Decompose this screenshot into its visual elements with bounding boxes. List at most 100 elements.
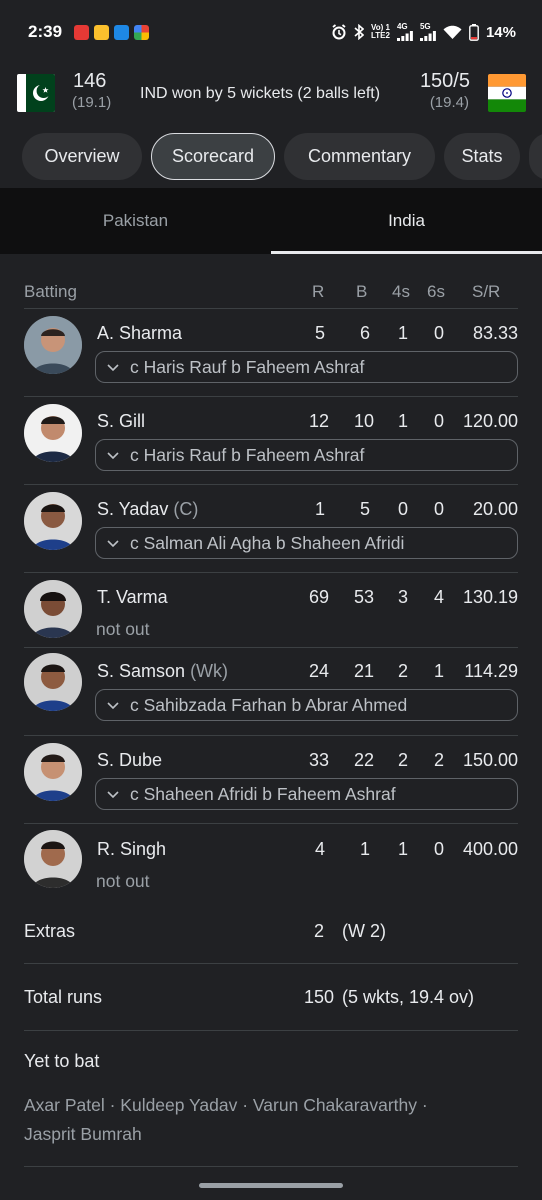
wifi-icon [443,25,462,40]
player-name-text: S. Samson [97,661,186,681]
tab-scorecard[interactable]: Scorecard [151,133,275,180]
strike-rate: 83.33 [472,323,518,343]
fours: 2 [397,661,408,681]
balls: 6 [359,323,370,343]
header-balls: B [356,282,368,301]
player-name-text: S. Dube [97,750,163,770]
batter-row[interactable]: S. Gill 12 10 1 0 120.00 c Haris Rauf b … [0,396,542,484]
photos-app-icon [134,24,150,40]
not-out-label: not out [96,619,150,639]
header-sixes: 6s [427,282,445,301]
sixes: 0 [433,499,444,519]
balls: 1 [359,839,370,859]
bluetooth-icon [354,24,364,40]
tab-more[interactable] [529,133,542,180]
volte-bottom-text: LTE2 [371,31,390,40]
team-tab-pakistan[interactable]: Pakistan [0,188,271,254]
status-time: 2:39 [28,22,63,41]
dismissal-chip[interactable]: c Haris Rauf b Faheem Ashraf [95,439,518,471]
extras-value: 2 [313,921,324,941]
team2-overs: (19.4) [429,94,469,111]
divider [24,1030,518,1031]
header-runs: R [312,282,325,301]
divider [24,963,518,964]
player-name-text: S. Gill [97,411,146,431]
tab-stats[interactable]: Stats [444,133,520,180]
fours: 0 [397,499,408,519]
fours: 1 [397,839,408,859]
fours: 1 [397,411,408,431]
dismissal-chip[interactable]: c Salman Ali Agha b Shaheen Afridi [95,527,518,559]
player-role: (Wk) [190,661,229,681]
battery-icon [469,23,479,41]
match-tabs: Overview Scorecard Commentary Stats [0,133,542,183]
dismissal-text: c Haris Rauf b Faheem Ashraf [130,444,365,465]
header-fours: 4s [392,282,410,301]
sixes: 0 [433,411,444,431]
fours: 2 [397,750,408,770]
status-bar: 2:39 Vo) 1 LTE2 4G 5G 14% [0,0,542,64]
dismissal-text: c Salman Ali Agha b Shaheen Afridi [130,532,405,553]
player-name: S. Samson (Wk) [97,661,228,682]
player-name: R. Singh [97,839,166,860]
tab-overview[interactable]: Overview [22,133,142,180]
vi-app-icon [74,24,90,40]
battery-percent: 14% [485,23,516,41]
tab-commentary[interactable]: Commentary [284,133,435,180]
strike-rate: 400.00 [462,839,518,859]
strike-rate: 130.19 [462,587,518,607]
team-tab-india[interactable]: India [271,188,542,254]
total-label: Total runs [24,987,103,1007]
match-score-header[interactable]: 146 (19.1) IND won by 5 wickets (2 balls… [0,64,542,130]
chevron-down-icon [106,360,120,374]
chevron-down-icon [106,536,120,550]
player-name: S. Gill [97,411,145,432]
not-out-label: not out [96,871,150,891]
dismissal-chip[interactable]: c Shaheen Afridi b Faheem Ashraf [95,778,518,810]
balls: 10 [353,411,374,431]
dismissal-text: c Sahibzada Farhan b Abrar Ahmed [130,694,408,715]
runs: 69 [308,587,329,607]
total-detail: (5 wkts, 19.4 ov) [342,987,475,1007]
runs: 1 [314,499,325,519]
player-name: A. Sharma [97,323,182,344]
pakistan-flag-icon [17,74,55,112]
balls: 21 [353,661,374,681]
player-name-text: A. Sharma [97,323,183,343]
player-avatar [24,580,82,638]
team-tabs: Pakistan India [0,188,542,254]
strike-rate: 150.00 [462,750,518,770]
batter-row[interactable]: T. Varma 69 53 3 4 130.19 not out [0,572,542,647]
player-name: S. Yadav (C) [97,499,198,520]
signal-5g-label: 5G [419,22,431,31]
balls: 53 [353,587,374,607]
player-avatar [24,492,82,550]
player-name: S. Dube [97,750,162,771]
batter-row[interactable]: S. Samson (Wk) 24 21 2 1 114.29 c Sahibz… [0,647,542,735]
sixes: 4 [433,587,444,607]
signal-4g-icon: 4G [396,23,413,41]
dismissal-text: c Haris Rauf b Faheem Ashraf [130,356,365,377]
batting-table-header: Batting R B 4s 6s S/R [0,276,542,308]
batter-row[interactable]: A. Sharma 5 6 1 0 83.33 c Haris Rauf b F… [0,308,542,396]
system-icons: Vo) 1 LTE2 4G 5G 14% [331,23,516,41]
fours: 3 [397,587,408,607]
balls: 22 [353,750,374,770]
balls: 5 [359,499,370,519]
batter-row[interactable]: S. Dube 33 22 2 2 150.00 c Shaheen Afrid… [0,735,542,823]
player-avatar [24,404,82,462]
dismissal-chip[interactable]: c Sahibzada Farhan b Abrar Ahmed [95,689,518,721]
chevron-down-icon [106,698,120,712]
chevron-down-icon [106,448,120,462]
sixes: 0 [433,839,444,859]
player-name: T. Varma [97,587,168,608]
batter-row[interactable]: S. Yadav (C) 1 5 0 0 20.00 c Salman Ali … [0,484,542,572]
runs: 33 [308,750,329,770]
player-avatar [24,830,82,888]
dismissal-chip[interactable]: c Haris Rauf b Faheem Ashraf [95,351,518,383]
strike-rate: 114.29 [464,661,518,681]
batter-row[interactable]: R. Singh 4 1 1 0 400.00 not out [0,823,542,898]
team1-overs: (19.1) [72,94,112,111]
gesture-nav-bar[interactable] [199,1183,343,1188]
notification-icons [74,24,150,40]
